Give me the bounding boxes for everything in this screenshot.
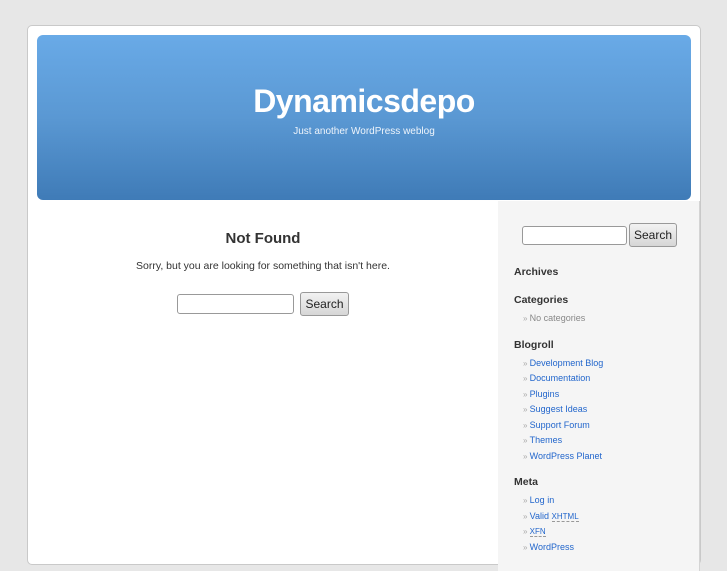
site-title[interactable]: Dynamicsdepo <box>37 83 691 120</box>
list-item: Valid XHTML <box>523 509 699 525</box>
list-item: Suggest Ideas <box>523 402 699 418</box>
meta-list: Log in Valid XHTML XFN WordPress <box>523 493 699 555</box>
blogroll-link[interactable]: Themes <box>530 435 563 445</box>
blogroll-link[interactable]: Support Forum <box>530 420 590 430</box>
list-item: Support Forum <box>523 418 699 434</box>
valid-label: Valid <box>529 510 550 521</box>
list-item: WordPress Planet <box>523 449 699 465</box>
login-link[interactable]: Log in <box>530 495 555 505</box>
site-description: Just another WordPress weblog <box>293 126 435 137</box>
page-title: Not Found <box>225 230 301 247</box>
list-item: Plugins <box>523 387 699 403</box>
sidebar-search-button[interactable]: Search <box>629 223 678 247</box>
main-content: Not Found Sorry, but you are looking for… <box>28 201 498 316</box>
header-banner: Dynamicsdepo Just another WordPress webl… <box>37 35 691 200</box>
list-item: XFN <box>523 524 699 540</box>
list-item: Development Blog <box>523 356 699 372</box>
blogroll-link[interactable]: Suggest Ideas <box>530 404 588 414</box>
search-input[interactable] <box>177 294 295 314</box>
content-search-form: Search <box>28 292 498 316</box>
list-item: Log in <box>523 493 699 509</box>
blogroll-link[interactable]: Plugins <box>530 389 560 399</box>
wordpress-link[interactable]: WordPress <box>530 542 574 552</box>
valid-xhtml-link[interactable]: Valid XHTML <box>529 510 579 522</box>
meta-heading: Meta <box>514 476 538 488</box>
not-found-message: Sorry, but you are looking for something… <box>136 260 390 272</box>
archives-heading: Archives <box>514 266 559 278</box>
sidebar: Search Archives Categories No categories… <box>498 201 700 571</box>
search-button[interactable]: Search <box>300 292 349 316</box>
list-item: Themes <box>523 433 699 449</box>
categories-heading: Categories <box>514 294 569 306</box>
categories-list: No categories <box>523 311 699 327</box>
list-item: No categories <box>523 311 699 327</box>
xhtml-abbr: XHTML <box>551 511 579 522</box>
sidebar-search-input[interactable] <box>522 225 627 245</box>
sidebar-search-form: Search <box>498 223 699 247</box>
page: Dynamicsdepo Just another WordPress webl… <box>27 25 701 571</box>
xfn-abbr: XFN <box>529 527 546 537</box>
xfn-link[interactable]: XFN <box>529 526 546 537</box>
list-item: Documentation <box>523 371 699 387</box>
blogroll-link[interactable]: WordPress Planet <box>530 451 602 461</box>
blogroll-link[interactable]: Development Blog <box>530 358 604 368</box>
blogroll-link[interactable]: Documentation <box>530 373 591 383</box>
list-item: WordPress <box>523 540 699 556</box>
blogroll-list: Development Blog Documentation Plugins S… <box>523 356 699 465</box>
blogroll-heading: Blogroll <box>514 338 554 351</box>
